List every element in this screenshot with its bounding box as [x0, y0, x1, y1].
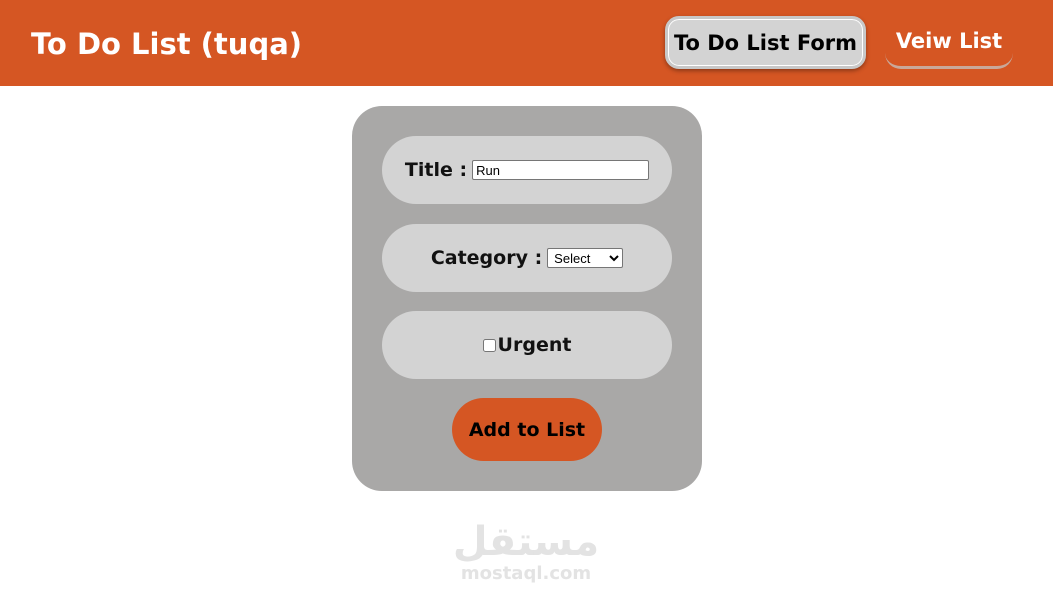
urgent-checkbox[interactable]: [482, 338, 496, 352]
nav-view-list-button[interactable]: Veiw List: [885, 16, 1013, 69]
app-header: To Do List (tuqa) To Do List Form Veiw L…: [0, 0, 1053, 86]
category-select[interactable]: Select: [547, 248, 624, 268]
urgent-field-group: Urgent: [382, 311, 672, 379]
mostaql-watermark: مستقل mostaql.com: [426, 520, 626, 584]
watermark-latin-text: mostaql.com: [460, 563, 592, 584]
todo-form: Title : Category : Select Urgent Add to …: [352, 106, 702, 491]
title-label: Title :: [404, 159, 468, 181]
add-to-list-button[interactable]: Add to List: [452, 398, 602, 461]
watermark-arabic-text: مستقل: [452, 519, 600, 565]
urgent-label: Urgent: [497, 334, 572, 356]
category-label: Category :: [430, 247, 543, 269]
category-field-group: Category : Select: [382, 224, 672, 292]
app-title: To Do List (tuqa): [31, 27, 303, 61]
title-input[interactable]: [472, 160, 650, 180]
title-field-group: Title :: [382, 136, 672, 204]
nav-form-button[interactable]: To Do List Form: [665, 16, 866, 69]
